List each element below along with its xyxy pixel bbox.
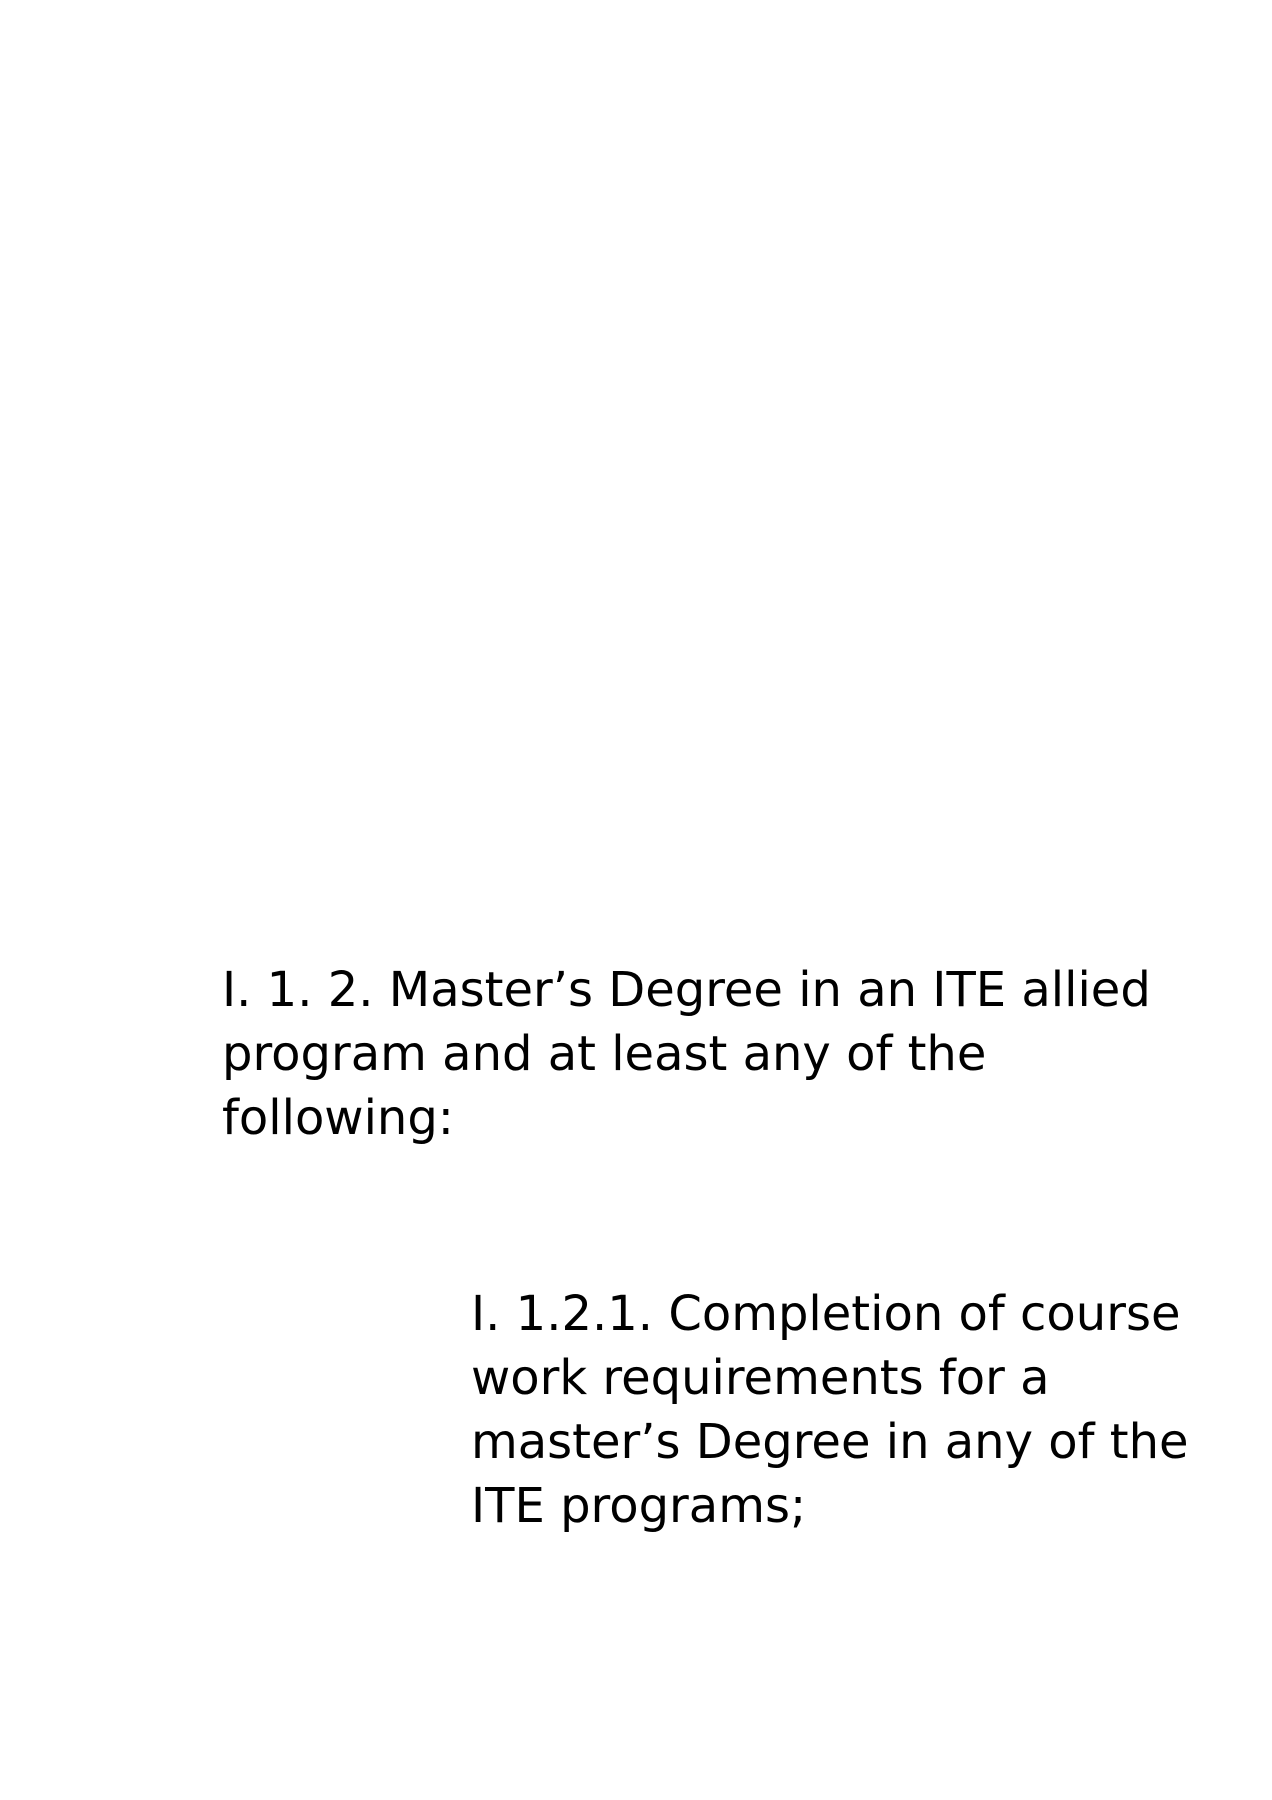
requirement-item-line: work requirements for a <box>471 1350 1050 1406</box>
document-page: I. 1. 2. Master’s Degree in an ITE allie… <box>0 0 1272 1800</box>
requirement-item-line: following: <box>222 1090 454 1146</box>
requirement-item-1-1-2: I. 1. 2. Master’s Degree in an ITE allie… <box>222 958 1151 1150</box>
requirement-item-line: I. 1.2.1. Completion of course <box>471 1286 1181 1342</box>
requirement-item-1-2-1: I. 1.2.1. Completion of course work requ… <box>471 1282 1189 1538</box>
requirement-item-line: master’s Degree in any of the <box>471 1414 1189 1470</box>
requirement-item-line: ITE programs; <box>471 1478 807 1534</box>
requirement-item-line: program and at least any of the <box>222 1026 987 1082</box>
requirement-item-line: I. 1. 2. Master’s Degree in an ITE allie… <box>222 962 1151 1018</box>
